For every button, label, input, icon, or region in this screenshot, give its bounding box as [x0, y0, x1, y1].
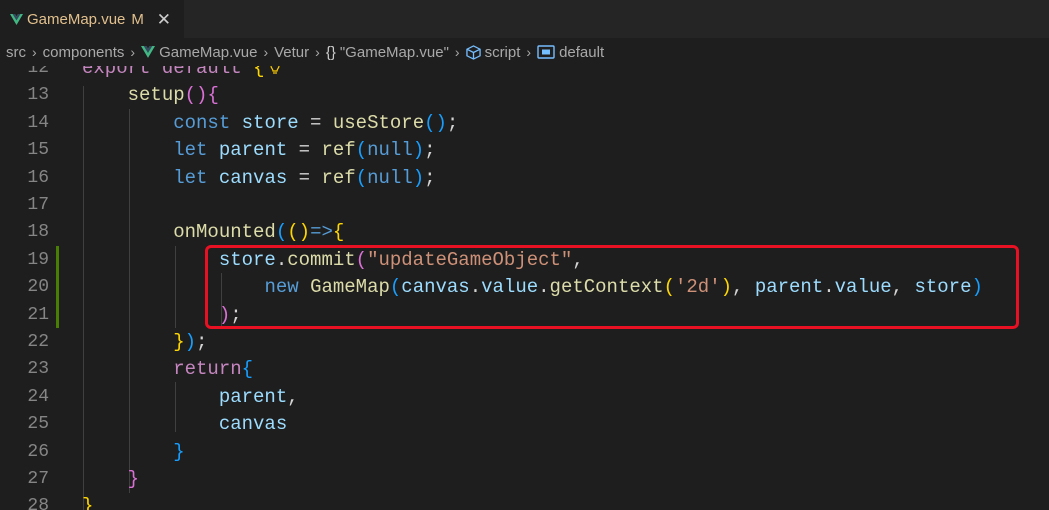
- line-number: 13: [27, 85, 49, 106]
- code-line-15: 15 let parent = ref(null);: [0, 137, 1049, 164]
- breadcrumb-item-file[interactable]: GameMap.vue: [141, 44, 257, 61]
- tab-bar: GameMap.vue M ✕: [0, 0, 1049, 38]
- breadcrumb: src › components › GameMap.vue › Vetur ›…: [0, 38, 1049, 66]
- code-text: }: [82, 495, 94, 510]
- line-number: 20: [27, 277, 49, 298]
- line-number: 17: [27, 195, 49, 215]
- code-line-12: 12 export default {: [0, 66, 1049, 82]
- code-line-27: 27 }: [0, 466, 1049, 493]
- chevron-right-icon: ›: [130, 44, 136, 60]
- vue-icon: [10, 13, 23, 25]
- code-text: setup(){: [127, 84, 219, 107]
- code-line-22: 22 });: [0, 329, 1049, 356]
- breadcrumb-item-components[interactable]: components: [43, 44, 125, 61]
- cube-icon: [465, 44, 481, 60]
- line-number: 25: [27, 414, 49, 435]
- breadcrumb-file-label: GameMap.vue: [159, 43, 258, 61]
- breadcrumb-module-label: "GameMap.vue": [339, 43, 449, 61]
- code-line-18: 18 onMounted(()=>{: [0, 219, 1049, 246]
- line-number: 26: [27, 441, 49, 462]
- code-line-14: 14 const store = useStore();: [0, 110, 1049, 137]
- editor-tab-gamemap[interactable]: GameMap.vue M ✕: [0, 0, 184, 38]
- line-number: 21: [27, 304, 49, 325]
- variable-icon: [537, 45, 555, 59]
- line-number: 28: [27, 496, 49, 510]
- code-line-28: 28 }: [0, 493, 1049, 510]
- line-number: 16: [27, 167, 49, 188]
- breadcrumb-default-label: default: [559, 43, 605, 61]
- code-text: return{: [173, 358, 254, 381]
- chevron-right-icon: ›: [263, 44, 269, 60]
- close-icon[interactable]: ✕: [156, 10, 172, 30]
- chevron-right-icon: ›: [526, 44, 532, 60]
- line-number: 27: [27, 469, 49, 489]
- lightbulb-icon[interactable]: [270, 66, 281, 75]
- code-line-23: 23 return{: [0, 356, 1049, 383]
- code-line-17: 17: [0, 192, 1049, 219]
- code-text: let canvas = ref(null);: [173, 166, 436, 189]
- code-text: parent,: [218, 385, 299, 408]
- code-line-26: 26 }: [0, 439, 1049, 466]
- line-number: 18: [27, 222, 49, 243]
- code-line-16: 16 let canvas = ref(null);: [0, 165, 1049, 192]
- code-text: onMounted(()=>{: [173, 221, 345, 244]
- code-text: }: [127, 468, 140, 490]
- line-number: 12: [27, 66, 49, 78]
- breadcrumb-item-vetur[interactable]: Vetur: [274, 44, 309, 61]
- tab-filename: GameMap.vue: [27, 11, 126, 28]
- code-text: canvas: [218, 413, 288, 436]
- chevron-right-icon: ›: [454, 44, 460, 60]
- code-editor[interactable]: 12 export default { 13 setup(){ 14 const…: [0, 66, 1049, 510]
- chevron-right-icon: ›: [315, 44, 320, 60]
- code-text: let parent = ref(null);: [173, 139, 436, 162]
- line-number: 24: [27, 386, 49, 407]
- breadcrumb-item-default[interactable]: default: [537, 44, 604, 61]
- braces-icon: {}: [325, 43, 336, 61]
- tab-modified-badge: M: [131, 11, 144, 28]
- code-line-24: 24 parent,: [0, 384, 1049, 411]
- code-line-25: 25 canvas: [0, 411, 1049, 438]
- line-number: 23: [27, 359, 49, 380]
- line-number: 15: [27, 140, 49, 161]
- highlight-annotation-box: [205, 245, 1019, 329]
- line-number: 19: [27, 249, 49, 270]
- code-line-13: 13 setup(){: [0, 82, 1049, 109]
- code-text: });: [173, 331, 208, 353]
- breadcrumb-script-label: script: [484, 43, 521, 61]
- line-number: 22: [27, 332, 49, 352]
- code-text: }: [173, 440, 185, 463]
- breadcrumb-item-module[interactable]: {} "GameMap.vue": [326, 44, 449, 61]
- chevron-right-icon: ›: [32, 44, 37, 60]
- code-text: const store = useStore();: [173, 111, 459, 134]
- vue-icon: [141, 45, 156, 58]
- code-text: export default {: [82, 66, 281, 82]
- breadcrumb-item-script[interactable]: script: [465, 43, 521, 61]
- breadcrumb-item-src[interactable]: src: [6, 44, 26, 61]
- line-number: 14: [27, 112, 49, 133]
